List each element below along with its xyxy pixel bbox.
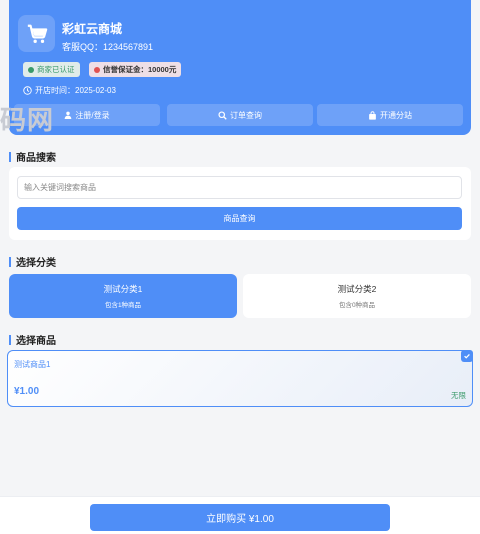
open-branch-button[interactable]: 开通分站 (317, 104, 463, 126)
open-branch-button-label: 开通分站 (380, 110, 412, 120)
category-name: 测试分类1 (103, 284, 143, 294)
order-query-button-label: 订单查询 (230, 110, 262, 120)
open-time-label: 开店时间：2025-02-03 (35, 86, 116, 95)
search-section-title: 商品搜索 (9, 149, 56, 164)
login-button-label: 注册/登录 (75, 110, 110, 120)
category-item-2[interactable]: 测试分类2 包含0种商品 (243, 274, 471, 318)
clock-icon (23, 86, 32, 95)
search-button[interactable]: 商品查询 (17, 207, 462, 230)
verified-badge: 商家已认证 (23, 62, 80, 77)
search-card: 商品查询 (9, 167, 471, 240)
deposit-badge: 信誉保证金：10000元 (89, 62, 182, 77)
category-item-1[interactable]: 测试分类1 包含1种商品 (9, 274, 237, 318)
product-card[interactable]: 测试商品1 ¥1.00 无限 (7, 350, 473, 407)
open-time: 开店时间：2025-02-03 (23, 85, 116, 96)
category-count: 包含1种商品 (104, 302, 142, 309)
deposit-badge-label: 信誉保证金：10000元 (103, 65, 177, 74)
deposit-dot-icon (94, 66, 100, 73)
shop-header: 彩虹云商城 客服QQ：1234567891 商家已认证 信誉保证金：10000元… (9, 0, 471, 135)
verified-badge-label: 商家已认证 (37, 65, 75, 74)
product-price: ¥1.00 (14, 386, 40, 397)
product-stock: 无限 (451, 391, 466, 400)
product-name: 测试商品1 (14, 360, 51, 369)
user-icon (65, 111, 72, 119)
bottom-bar: 立即购买 ¥1.00 (0, 496, 480, 534)
service-qq: 客服QQ：1234567891 (62, 42, 154, 52)
search-icon (218, 110, 227, 120)
watermark: 码网 (0, 106, 55, 136)
product-section-title: 选择商品 (9, 332, 56, 347)
search-input[interactable] (17, 176, 462, 199)
shop-logo (18, 15, 55, 52)
selected-check-icon (461, 350, 473, 362)
category-name: 测试分类2 (337, 284, 377, 294)
shop-name: 彩虹云商城 (62, 22, 123, 36)
category-count: 包含0种商品 (338, 302, 376, 309)
order-query-button[interactable]: 订单查询 (167, 104, 313, 126)
buy-now-button[interactable]: 立即购买 ¥1.00 (90, 504, 390, 531)
cart-icon (27, 24, 47, 43)
verified-dot-icon (28, 66, 34, 73)
category-section-title: 选择分类 (9, 254, 56, 269)
bag-icon (369, 110, 376, 120)
